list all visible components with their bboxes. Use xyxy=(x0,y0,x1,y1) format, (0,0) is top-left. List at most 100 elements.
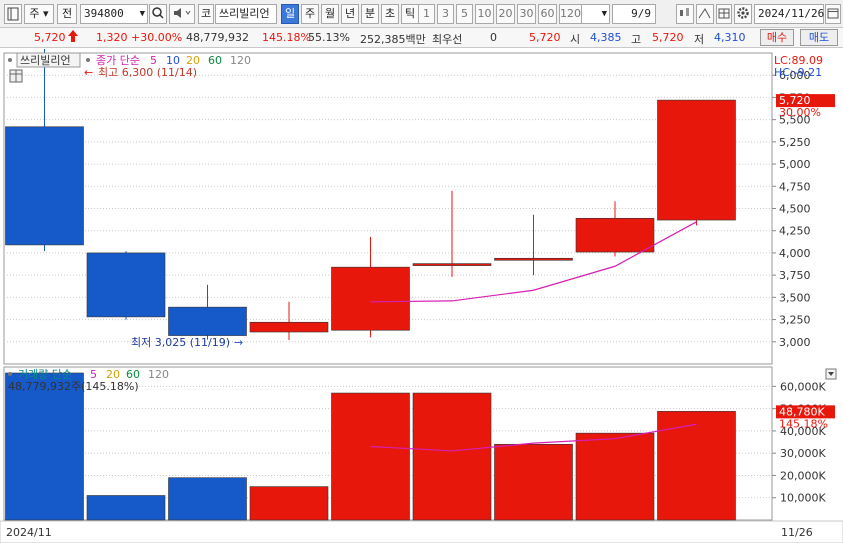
legend-dot-icon xyxy=(8,58,12,62)
draw-icon[interactable] xyxy=(696,4,714,24)
volume-ratio: 145.18% xyxy=(262,31,311,44)
volume-bar xyxy=(331,392,410,521)
candle-body xyxy=(575,217,655,253)
volume-bar xyxy=(168,477,247,521)
current-price: 5,720 xyxy=(34,31,66,44)
trade-value: 252,385백만 xyxy=(360,33,426,46)
interval-button[interactable]: 1 xyxy=(418,4,435,24)
interval-button[interactable]: 5 xyxy=(456,4,473,24)
volume-ma-period-label: 120 xyxy=(148,368,169,381)
type-select[interactable]: 주 ▾ xyxy=(24,4,54,24)
hc-label: HC:-9.21 xyxy=(774,66,822,79)
stock-code-value: 394800 xyxy=(84,7,124,20)
period-button[interactable]: 년 xyxy=(341,4,359,24)
open-label: 시 xyxy=(570,33,581,46)
price-tick-label: 3,500 xyxy=(779,291,811,304)
price-tick-label: 4,500 xyxy=(779,203,811,216)
price-tick-label: 3,750 xyxy=(779,269,811,282)
open-price: 4,385 xyxy=(590,31,622,44)
ma-period-label: 120 xyxy=(230,54,251,67)
high-label: 고 xyxy=(631,33,642,46)
price-tick-label: 5,000 xyxy=(779,158,811,171)
price-tick-label: 4,000 xyxy=(779,247,811,260)
buy-button[interactable]: 매수 xyxy=(760,29,794,46)
date-left-label: 2024/11 xyxy=(6,526,52,539)
volume-note: 48,779,932주(145.18%) xyxy=(8,380,139,393)
priority-value: 0 xyxy=(490,31,497,44)
market-button[interactable]: 전 xyxy=(57,4,77,24)
chart-settings-icon[interactable] xyxy=(4,4,22,24)
candle-body xyxy=(168,306,247,336)
volume-tick-label: 60,000K xyxy=(780,380,826,393)
high-note: 최고 6,300 (11/14) xyxy=(98,66,197,79)
volume-value: 48,779,932 xyxy=(186,31,249,44)
last-pct-tag: 30.00% xyxy=(779,106,821,119)
date-axis-bar xyxy=(0,520,843,543)
turnover-rate: 55.13% xyxy=(308,31,350,44)
candle-body xyxy=(331,266,410,331)
interval-button[interactable]: 20 xyxy=(496,4,515,24)
volume-bar xyxy=(5,372,84,521)
interval-button[interactable]: 120 xyxy=(559,4,582,24)
stock-tag: 쓰리빌리언 xyxy=(20,54,71,67)
low-arrow-icon: → xyxy=(234,336,243,349)
sell-button[interactable]: 매도 xyxy=(800,29,838,46)
grid-icon[interactable] xyxy=(716,4,732,24)
period-button[interactable]: 주 xyxy=(301,4,319,24)
search-icon[interactable] xyxy=(149,4,167,24)
count-field[interactable]: 9/9 xyxy=(612,4,656,24)
period-button[interactable]: 분 xyxy=(361,4,379,24)
legend-dot-icon xyxy=(8,372,12,376)
volume-bar xyxy=(575,432,655,521)
interval-button[interactable]: 60 xyxy=(538,4,557,24)
ask-price: 5,720 xyxy=(529,31,561,44)
price-change-pct: +30.00% xyxy=(131,31,183,44)
candle-body xyxy=(5,126,84,246)
volume-bar xyxy=(494,443,573,521)
stock-name-field: 쓰리빌리언 xyxy=(215,4,277,24)
candle-body xyxy=(494,257,573,261)
volume-bar xyxy=(249,486,329,521)
legend-dot-icon xyxy=(86,58,90,62)
price-volume-chart[interactable]: 3,000 3,250 3,500 3,750 4,000 4,250 4,500 4,750… xyxy=(0,49,843,543)
candle-body xyxy=(412,263,492,266)
volume-bar xyxy=(412,392,492,521)
candle-body xyxy=(657,99,736,221)
low-price: 4,310 xyxy=(714,31,746,44)
type-select-label: 주 xyxy=(29,7,40,20)
price-tick-label: 3,250 xyxy=(779,314,811,327)
low-note: 최저 3,025 (11/19) xyxy=(131,336,230,349)
name-prefix: 코 xyxy=(198,4,214,24)
period-button[interactable]: 초 xyxy=(381,4,399,24)
period-button[interactable]: 월 xyxy=(321,4,339,24)
last-volume-pct-tag: 145.18% xyxy=(779,417,828,430)
gear-icon[interactable] xyxy=(734,4,752,24)
low-label: 저 xyxy=(694,33,705,46)
toolbar: 주 ▾ 전 394800 ▼ 코 쓰리빌리언 ▼ 9/9 2024/11/26 일… xyxy=(0,0,843,28)
period-button[interactable]: 일 xyxy=(281,4,299,24)
sound-icon[interactable] xyxy=(169,4,195,24)
volume-tick-label: 30,000K xyxy=(780,447,826,460)
interval-button[interactable]: 10 xyxy=(475,4,494,24)
period-button[interactable]: 틱 xyxy=(401,4,419,24)
price-tick-label: 4,250 xyxy=(779,225,811,238)
price-tick-label: 5,250 xyxy=(779,136,811,149)
date-input[interactable]: 2024/11/26 xyxy=(754,4,824,24)
up-arrow-icon xyxy=(68,30,78,45)
calendar-icon[interactable] xyxy=(825,4,841,24)
ma-period-label: 60 xyxy=(208,54,222,67)
date-right-label: 11/26 xyxy=(781,526,813,539)
price-change: 1,320 xyxy=(96,31,128,44)
stock-code-input[interactable]: 394800 ▼ xyxy=(80,4,148,24)
volume-tick-label: 20,000K xyxy=(780,469,826,482)
interval-button[interactable]: 3 xyxy=(437,4,454,24)
candle-body xyxy=(86,252,166,318)
quote-infobar: 5,720 1,320 +30.00% 48,779,932 145.18% 5… xyxy=(0,28,843,48)
high-price: 5,720 xyxy=(652,31,684,44)
interval-button[interactable]: 30 xyxy=(517,4,536,24)
volume-bar xyxy=(657,411,736,521)
candle-body xyxy=(249,321,329,333)
candle-icon[interactable] xyxy=(676,4,694,24)
price-tick-label: 3,000 xyxy=(779,336,811,349)
high-arrow-icon: ← xyxy=(84,66,93,79)
